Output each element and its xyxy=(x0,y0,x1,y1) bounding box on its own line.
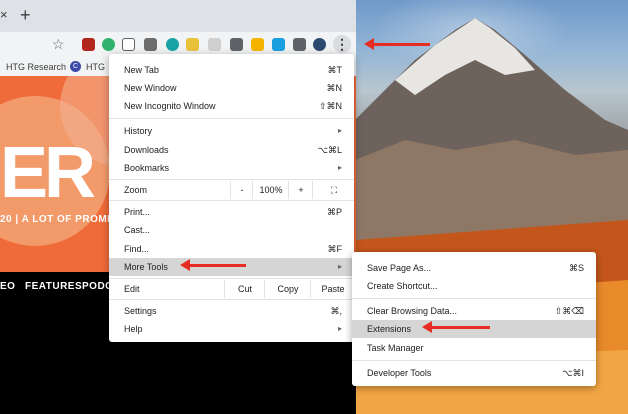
menu-label: Print... xyxy=(124,207,151,217)
menu-label: Downloads xyxy=(124,145,169,155)
paste-button[interactable]: Paste xyxy=(310,280,355,298)
menu-label: Zoom xyxy=(124,185,148,195)
menu-label: Help xyxy=(124,324,143,334)
hero-subtitle: 20 | A LOT OF PROMISE xyxy=(0,214,125,225)
bookmark-star-icon[interactable]: ☆ xyxy=(52,36,65,52)
pocket-icon[interactable] xyxy=(122,38,135,51)
menu-item-more-tools[interactable]: More Tools ▸ xyxy=(109,258,354,276)
menu-label: New Tab xyxy=(124,65,159,75)
copy-button[interactable]: Copy xyxy=(264,280,311,298)
zoom-level: 100% xyxy=(252,181,289,199)
puzzle-icon[interactable] xyxy=(293,38,306,51)
menu-label: Edit xyxy=(124,284,140,294)
menu-label: Bookmarks xyxy=(124,163,170,173)
menu-item-edit: Edit Cut Copy Paste xyxy=(109,280,354,298)
extension-icon[interactable] xyxy=(166,38,179,51)
menu-item-new-window[interactable]: New Window ⌘N xyxy=(109,79,354,97)
menu-label: More Tools xyxy=(124,262,168,272)
menu-shortcut: ⇧⌘N xyxy=(318,101,342,111)
submenu-item-extensions[interactable]: Extensions xyxy=(352,320,596,338)
menu-shortcut: ⌘P xyxy=(326,207,342,217)
menu-divider xyxy=(109,200,354,201)
menu-shortcut: ⌘N xyxy=(326,83,343,93)
submenu-item-developer-tools[interactable]: Developer Tools ⌥⌘I xyxy=(352,364,596,382)
menu-divider xyxy=(109,179,354,180)
menu-shortcut: ⌘S xyxy=(568,263,584,273)
menu-item-find[interactable]: Find... ⌘F xyxy=(109,240,354,258)
tab-bar: × + xyxy=(0,0,356,32)
menu-item-bookmarks[interactable]: Bookmarks ▸ xyxy=(109,159,354,177)
menu-shortcut: ⌘, xyxy=(330,306,342,316)
extension-icon[interactable] xyxy=(272,38,285,51)
menu-item-cast[interactable]: Cast... xyxy=(109,221,354,239)
submenu-item-create-shortcut[interactable]: Create Shortcut... xyxy=(352,277,596,295)
menu-label: Extensions xyxy=(367,324,412,334)
submenu-arrow-icon: ▸ xyxy=(337,163,342,172)
chrome-main-menu: New Tab ⌘T New Window ⌘N New Incognito W… xyxy=(109,54,354,342)
menu-divider xyxy=(109,299,354,300)
extension-icon[interactable] xyxy=(102,38,115,51)
hero-title: ER xyxy=(0,133,96,213)
submenu-item-save-page[interactable]: Save Page As... ⌘S xyxy=(352,259,596,277)
menu-divider xyxy=(109,118,354,119)
extension-icon[interactable] xyxy=(230,38,243,51)
menu-item-new-incognito[interactable]: New Incognito Window ⇧⌘N xyxy=(109,97,354,115)
menu-shortcut: ⌥⌘I xyxy=(562,368,584,378)
menu-label: Clear Browsing Data... xyxy=(367,306,458,316)
nav-item[interactable]: EO xyxy=(0,281,15,292)
menu-item-downloads[interactable]: Downloads ⌥⌘L xyxy=(109,141,354,159)
menu-divider xyxy=(352,298,596,299)
menu-label: New Window xyxy=(124,83,177,93)
annotation-arrow-more-tools xyxy=(180,259,246,271)
zoom-out-button[interactable]: - xyxy=(230,181,253,199)
bookmark-htg-research[interactable]: HTG Research xyxy=(6,62,66,72)
menu-label: Task Manager xyxy=(367,343,424,353)
extension-icon[interactable] xyxy=(186,38,199,51)
submenu-arrow-icon: ▸ xyxy=(337,126,342,135)
menu-shortcut: ⌥⌘L xyxy=(317,145,342,155)
submenu-arrow-icon: ▸ xyxy=(337,324,342,333)
menu-shortcut: ⌘T xyxy=(327,65,343,75)
menu-label: Save Page As... xyxy=(367,263,432,273)
chrome-menu-button[interactable]: ⋮ xyxy=(333,35,351,53)
menu-label: Cast... xyxy=(124,225,151,235)
menu-label: History xyxy=(124,126,153,136)
cut-button[interactable]: Cut xyxy=(224,280,265,298)
menu-divider xyxy=(352,360,596,361)
menu-divider xyxy=(109,278,354,279)
bookmark-favicon-icon: C xyxy=(70,61,81,72)
extension-icon[interactable] xyxy=(208,38,221,51)
bookmark-htg[interactable]: HTG xyxy=(86,62,105,72)
avatar[interactable] xyxy=(313,38,326,51)
menu-label: Settings xyxy=(124,306,157,316)
close-tab-icon[interactable]: × xyxy=(0,8,10,22)
menu-item-history[interactable]: History ▸ xyxy=(109,122,354,140)
more-tools-submenu: Save Page As... ⌘S Create Shortcut... Cl… xyxy=(352,252,596,386)
nav-item-features[interactable]: FEATURES xyxy=(25,281,82,292)
menu-label: New Incognito Window xyxy=(124,101,216,111)
extension-icon[interactable] xyxy=(251,38,264,51)
menu-shortcut: ⌘F xyxy=(327,244,343,254)
menu-item-new-tab[interactable]: New Tab ⌘T xyxy=(109,61,354,79)
menu-item-print[interactable]: Print... ⌘P xyxy=(109,203,354,221)
extension-icon[interactable] xyxy=(82,38,95,51)
submenu-item-task-manager[interactable]: Task Manager xyxy=(352,339,596,357)
menu-item-settings[interactable]: Settings ⌘, xyxy=(109,302,354,320)
fullscreen-icon[interactable]: ⛶ xyxy=(312,181,355,199)
annotation-arrow-extensions xyxy=(422,321,490,333)
menu-item-zoom: Zoom - 100% + ⛶ xyxy=(109,181,354,199)
submenu-item-clear-browsing-data[interactable]: Clear Browsing Data... ⇧⌘⌫ xyxy=(352,302,596,320)
menu-shortcut: ⇧⌘⌫ xyxy=(554,306,584,316)
menu-item-help[interactable]: Help ▸ xyxy=(109,320,354,338)
menu-label: Find... xyxy=(124,244,150,254)
menu-label: Create Shortcut... xyxy=(367,281,438,291)
new-tab-button[interactable]: + xyxy=(20,6,36,24)
extension-icon[interactable] xyxy=(144,38,157,51)
menu-label: Developer Tools xyxy=(367,368,432,378)
submenu-arrow-icon: ▸ xyxy=(337,262,342,271)
zoom-in-button[interactable]: + xyxy=(288,181,313,199)
annotation-arrow-menu xyxy=(364,38,430,50)
